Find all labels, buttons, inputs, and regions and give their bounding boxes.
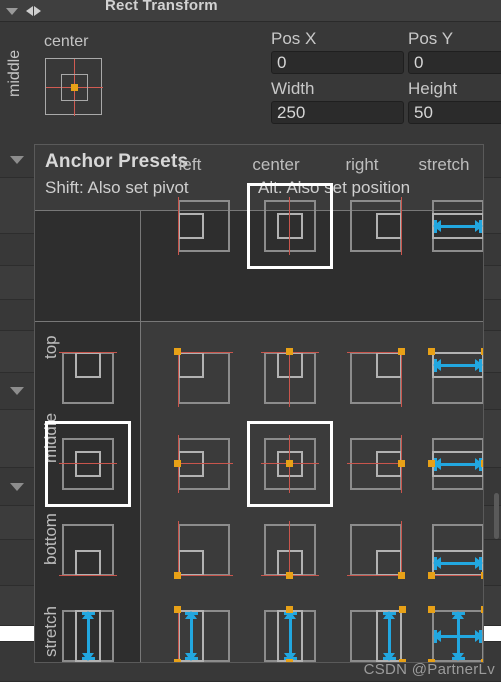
chevron-down-icon[interactable]	[10, 482, 24, 491]
preset-middle-left[interactable]	[161, 421, 247, 507]
chevron-down-icon[interactable]	[6, 8, 18, 15]
anchor-widget-top-label: center	[44, 33, 89, 50]
grid-corner-cell	[35, 211, 140, 321]
posx-label: Pos X	[271, 29, 317, 48]
preset-middle-right[interactable]	[333, 421, 419, 507]
width-input[interactable]: 250	[271, 101, 404, 124]
preset-top-center[interactable]	[247, 335, 333, 421]
height-input[interactable]: 50	[408, 101, 501, 124]
component-title: Rect Transform	[105, 0, 218, 14]
posx-width-column: Pos X 0 Width 250	[271, 29, 404, 129]
preset-top-left[interactable]	[161, 335, 247, 421]
posy-label: Pos Y	[408, 29, 454, 48]
column-preset-center[interactable]	[247, 183, 333, 269]
posy-height-column: Pos Y 0 Height 50	[408, 29, 501, 129]
column-label-center: center	[252, 155, 300, 174]
preset-middle-center[interactable]	[247, 421, 333, 507]
preset-top-stretch[interactable]	[415, 335, 483, 421]
watermark: CSDN @PartnerLv	[363, 661, 495, 678]
row-preset-bottom[interactable]	[45, 507, 131, 593]
column-preset-stretch[interactable]	[415, 183, 483, 269]
preset-bottom-stretch[interactable]	[415, 507, 483, 593]
posy-input[interactable]: 0	[408, 51, 501, 74]
posx-input[interactable]: 0	[271, 51, 404, 74]
row-preset-top[interactable]	[45, 335, 131, 421]
column-preset-left[interactable]	[161, 183, 247, 269]
column-label-right: right	[345, 155, 379, 174]
row-preset-stretch[interactable]	[45, 593, 131, 662]
chevron-down-icon[interactable]	[10, 156, 24, 164]
column-label-stretch: stretch	[418, 155, 470, 174]
preset-stretch-center[interactable]	[247, 593, 333, 662]
preset-stretch-left[interactable]	[161, 593, 247, 662]
preset-top-right[interactable]	[333, 335, 419, 421]
pivot-dot-icon	[71, 84, 78, 91]
preset-bottom-center[interactable]	[247, 507, 333, 593]
anchor-widget-diagram	[45, 58, 103, 116]
chevron-down-icon[interactable]	[10, 387, 24, 395]
rect-transform-header[interactable]: Rect Transform	[0, 0, 501, 22]
inspector-scrollbar-thumb[interactable]	[494, 493, 499, 539]
preset-stretch-right[interactable]	[333, 593, 419, 662]
rect-transform-body: center middle Pos X 0 Width 250 Pos Y 0 …	[0, 23, 501, 143]
rect-transform-icon	[26, 5, 41, 16]
column-label-left: left	[178, 155, 202, 174]
row-preset-middle[interactable]	[45, 421, 131, 507]
column-preset-right[interactable]	[333, 183, 419, 269]
height-label: Height	[408, 79, 458, 98]
preset-bottom-right[interactable]	[333, 507, 419, 593]
preset-bottom-left[interactable]	[161, 507, 247, 593]
row-divider	[35, 321, 483, 322]
width-label: Width	[271, 79, 315, 98]
preset-stretch-stretch[interactable]	[415, 593, 483, 662]
column-divider	[140, 210, 141, 662]
preset-middle-stretch[interactable]	[415, 421, 483, 507]
anchor-widget-left-label: middle	[6, 49, 23, 97]
anchor-presets-popup[interactable]: Anchor Presets Shift: Also set pivot Alt…	[34, 144, 484, 663]
